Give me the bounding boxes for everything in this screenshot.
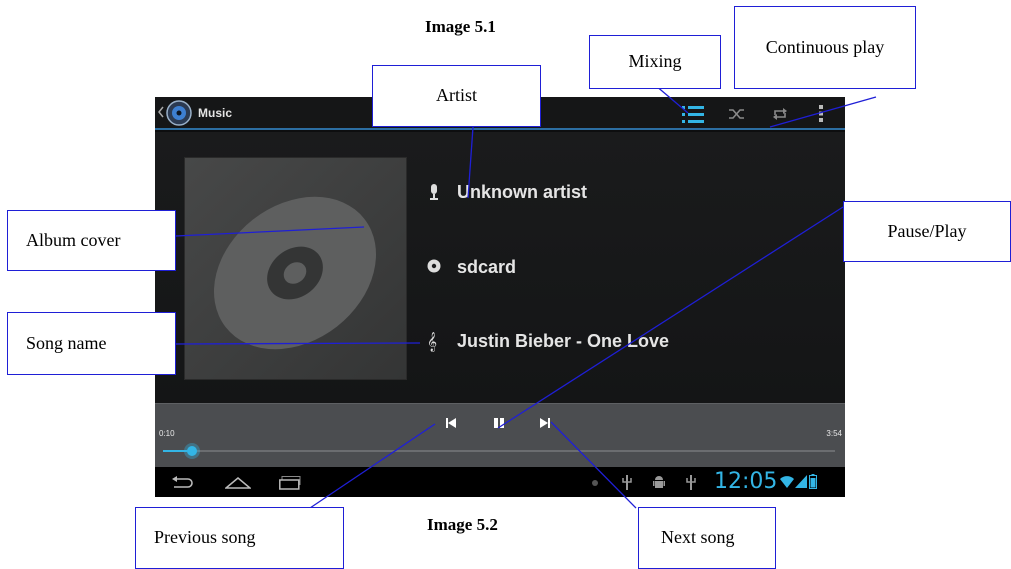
system-navigation-bar: 12:05 [155,467,845,497]
previous-button[interactable] [438,414,460,432]
song-name: Justin Bieber - One Love [457,331,670,351]
next-button[interactable] [536,414,558,432]
caption-top: Image 5.1 [425,17,496,36]
callout-next-song: Next song [638,507,776,569]
next-icon [540,418,550,428]
callout-album-cover: Album cover [7,210,176,271]
overflow-menu-icon[interactable] [819,105,824,122]
repeat-icon[interactable] [773,107,787,121]
seek-bar-thumb[interactable] [183,443,200,459]
playlist-icon[interactable] [682,106,704,124]
callout-song-name: Song name [7,312,176,375]
wifi-icon [780,476,794,488]
pause-play-button[interactable] [488,414,510,432]
nav-back-icon[interactable] [171,476,193,490]
callout-pause-play: Pause/Play [843,201,1011,262]
duration-time: 3:54 [826,429,842,438]
track-info-area: Unknown artist sdcard 𝄞 Justin Bieber - … [155,132,845,403]
nav-recents-icon[interactable] [279,476,301,490]
pause-icon [494,418,504,428]
chevron-left-icon[interactable] [158,106,164,118]
callout-artist: Artist [372,65,541,127]
music-disc-icon[interactable] [166,100,192,126]
caption-bottom: Image 5.2 [427,515,498,534]
album-name: sdcard [457,257,517,277]
battery-icon [809,474,817,489]
notification-icon [591,479,599,487]
usb-icon [622,475,632,490]
playback-controls: 0:10 3:54 [155,403,845,467]
callout-mixing: Mixing [589,35,721,89]
music-player-screen: Music Unknown artist sdcard 𝄞 Justin Bie… [155,97,845,497]
treble-clef-icon: 𝄞 [427,332,438,352]
action-bar-divider [155,128,845,130]
seek-bar-track[interactable] [163,443,835,459]
previous-icon [446,418,456,428]
nav-home-icon[interactable] [225,475,251,489]
signal-icon [795,475,807,488]
callout-continuous-play: Continuous play [734,6,916,89]
callout-previous-song: Previous song [135,507,344,569]
app-title: Music [198,106,233,120]
shuffle-icon[interactable] [729,108,745,120]
android-debug-icon [653,474,665,490]
artist-name: Unknown artist [457,182,588,202]
usb-icon [686,475,696,490]
elapsed-time: 0:10 [159,429,175,438]
clock: 12:05 [714,469,778,494]
disc-icon [427,259,441,273]
microphone-icon [429,184,439,200]
album-cover [184,157,407,380]
